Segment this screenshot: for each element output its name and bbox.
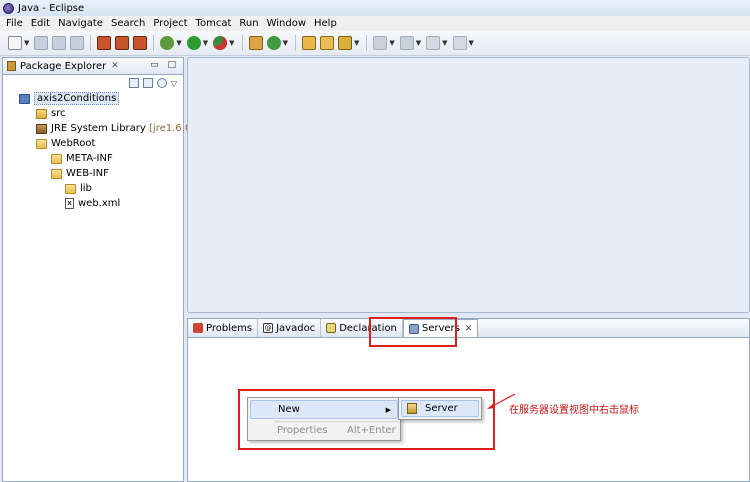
open-resource-icon[interactable] [319,36,334,50]
new-java-project-icon[interactable] [248,36,263,50]
menu-navigate[interactable]: Navigate [54,16,107,31]
package-explorer-tab[interactable]: Package Explorer ✕ ▭ □ [3,58,183,75]
prev-annotation-icon[interactable] [399,36,414,50]
toolbar-separator [90,35,92,51]
package-explorer-icon [7,61,16,71]
package-explorer-view: Package Explorer ✕ ▭ □ ▽ axis2Conditions… [2,57,209,482]
tab-javadoc[interactable]: @ Javadoc [258,319,322,337]
declaration-icon [326,323,337,333]
close-icon[interactable]: ✕ [465,324,473,334]
title-bar: Java - Eclipse [0,0,750,16]
view-menu-icon[interactable] [156,78,167,88]
chevron-down-icon[interactable]: ▼ [469,39,474,47]
bottom-tab-bar: Problems @ Javadoc Declaration Servers ✕ [188,319,749,338]
chevron-down-icon[interactable]: ▼ [389,39,394,47]
xml-file-icon: x [65,198,74,209]
tomcat-restart-icon[interactable] [133,36,148,50]
search-icon[interactable] [337,36,352,50]
menu-window[interactable]: Window [263,16,310,31]
tree-item-jre-library[interactable]: JRE System Library [jre1.6.0_06 [3,121,209,136]
new-class-icon[interactable] [266,36,281,50]
chevron-down-icon[interactable]: ▼ [283,39,288,47]
tree-item-web-xml[interactable]: x web.xml [3,196,183,211]
highlight-box-servers-tab [369,317,457,347]
chevron-down-icon[interactable]: ▼ [416,39,421,47]
eclipse-icon [3,2,14,14]
library-icon [36,123,47,134]
back-icon[interactable] [426,36,441,50]
folder-icon [51,153,62,164]
chevron-down-icon[interactable]: ▼ [354,39,359,47]
project-icon [19,93,30,104]
external-tools-icon[interactable] [213,36,228,50]
menu-search[interactable]: Search [107,16,149,31]
highlight-box-context-menu [238,389,495,450]
chevron-down-icon[interactable]: ▼ [442,39,447,47]
save-all-icon[interactable] [52,36,67,50]
tree-item-src[interactable]: src [3,106,183,121]
package-explorer-title: Package Explorer [20,60,107,72]
menu-tomcat[interactable]: Tomcat [192,16,236,31]
folder-icon [36,138,47,149]
problems-icon [193,323,203,333]
folder-icon [65,183,76,194]
chevron-down-icon[interactable]: ▼ [176,39,181,47]
open-type-icon[interactable] [301,36,316,50]
print-icon[interactable] [70,36,85,50]
toolbar-separator [241,35,243,51]
source-folder-icon [36,108,47,119]
annotation-text: 在服务器设置视图中右击鼠标 [509,405,639,416]
javadoc-icon: @ [263,323,274,333]
menu-bar: File Edit Navigate Search Project Tomcat… [0,16,750,31]
chevron-down-icon[interactable]: ▼ [203,39,208,47]
chevron-down-icon[interactable]: ▽ [171,79,177,88]
main-toolbar: ▼ ▼ ▼ ▼ ▼ ▼ ▼ ▼ ▼ ▼ [0,31,750,56]
link-with-editor-icon[interactable] [142,78,153,88]
editor-area[interactable] [187,57,750,313]
tree-item-meta-inf[interactable]: META-INF [3,151,183,166]
chevron-down-icon[interactable]: ▼ [229,39,234,47]
menu-help[interactable]: Help [310,16,341,31]
tomcat-start-icon[interactable] [97,36,112,50]
close-icon[interactable]: ✕ [111,61,119,71]
forward-icon[interactable] [452,36,467,50]
save-icon[interactable] [34,36,49,50]
tab-problems[interactable]: Problems [188,319,259,337]
toolbar-separator [294,35,296,51]
project-tree: axis2Conditions src JRE System Library [… [3,91,209,211]
debug-icon[interactable] [160,36,175,50]
tree-item-webroot[interactable]: WebRoot [3,136,183,151]
tree-item-lib[interactable]: lib [3,181,183,196]
window-title: Java - Eclipse [18,2,85,14]
toolbar-separator [366,35,368,51]
menu-file[interactable]: File [2,16,27,31]
menu-project[interactable]: Project [149,16,191,31]
new-wizard-icon[interactable] [8,36,22,50]
package-explorer-toolbar: ▽ [3,75,183,91]
tree-item-web-inf[interactable]: WEB-INF [3,166,183,181]
run-icon[interactable] [186,36,201,50]
menu-run[interactable]: Run [235,16,262,31]
collapse-all-icon[interactable] [128,78,139,88]
view-window-controls[interactable]: ▭ □ [150,60,179,70]
menu-edit[interactable]: Edit [27,16,54,31]
next-annotation-icon[interactable] [373,36,388,50]
chevron-down-icon[interactable]: ▼ [24,39,29,47]
folder-icon [51,168,62,179]
toolbar-separator [153,35,155,51]
tomcat-stop-icon[interactable] [115,36,130,50]
tree-item-axis2conditions[interactable]: axis2Conditions [3,91,183,106]
